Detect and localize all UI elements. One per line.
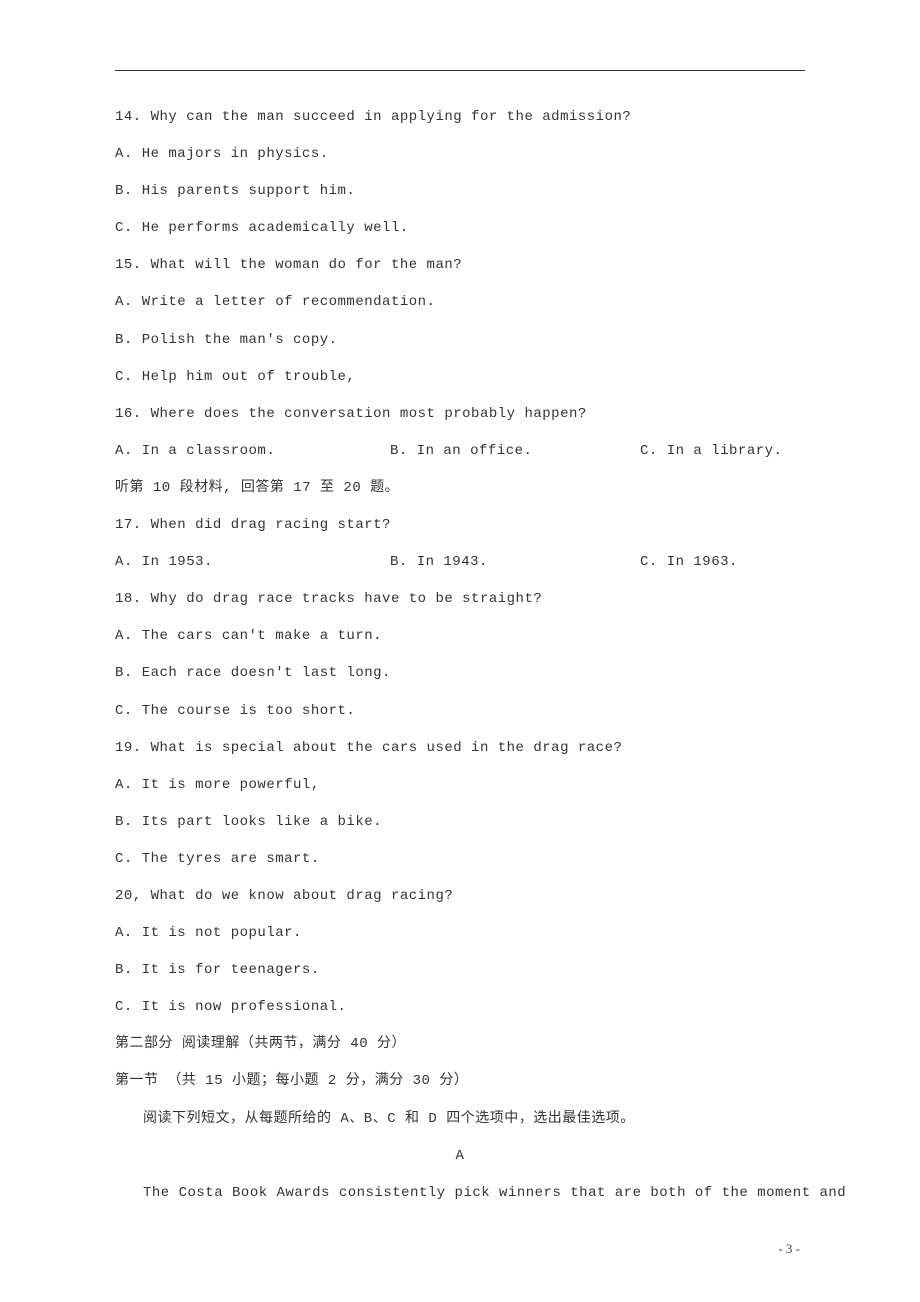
question-20-option-b: B. It is for teenagers. [115, 952, 805, 989]
question-17-option-b: B. In 1943. [390, 544, 640, 581]
listening-section-10-directions: 听第 10 段材料, 回答第 17 至 20 题。 [115, 470, 805, 507]
question-15-option-b: B. Polish the man's copy. [115, 322, 805, 359]
passage-a-line-1: The Costa Book Awards consistently pick … [115, 1175, 805, 1212]
question-16-option-b: B. In an office. [390, 433, 640, 470]
question-14-option-b: B. His parents support him. [115, 173, 805, 210]
page-container: 14. Why can the man succeed in applying … [0, 0, 920, 1302]
part-2-section-1-heading: 第一节 （共 15 小题；每小题 2 分，满分 30 分） [115, 1063, 805, 1100]
question-14-stem: 14. Why can the man succeed in applying … [115, 99, 805, 136]
reading-instruction: 阅读下列短文，从每题所给的 A、B、C 和 D 四个选项中，选出最佳选项。 [115, 1101, 805, 1138]
question-16-stem: 16. Where does the conversation most pro… [115, 396, 805, 433]
question-19-stem: 19. What is special about the cars used … [115, 730, 805, 767]
page-number: - 3 - [778, 1241, 800, 1257]
question-18-option-a: A. The cars can't make a turn. [115, 618, 805, 655]
question-17-option-a: A. In 1953. [115, 544, 390, 581]
question-20-option-c: C. It is now professional. [115, 989, 805, 1026]
question-15-option-a: A. Write a letter of recommendation. [115, 284, 805, 321]
top-rule [115, 70, 805, 71]
question-17-stem: 17. When did drag racing start? [115, 507, 805, 544]
question-20-option-a: A. It is not popular. [115, 915, 805, 952]
question-18-option-c: C. The course is too short. [115, 693, 805, 730]
question-14-option-c: C. He performs academically well. [115, 210, 805, 247]
question-15-option-c: C. Help him out of trouble, [115, 359, 805, 396]
question-19-option-b: B. Its part looks like a bike. [115, 804, 805, 841]
question-16-options-row: A. In a classroom. B. In an office. C. I… [115, 433, 805, 470]
question-14-option-a: A. He majors in physics. [115, 136, 805, 173]
question-18-stem: 18. Why do drag race tracks have to be s… [115, 581, 805, 618]
passage-a-label: A [115, 1138, 805, 1175]
question-17-option-c: C. In 1963. [640, 544, 805, 581]
question-16-option-c: C. In a library. [640, 433, 805, 470]
question-15-stem: 15. What will the woman do for the man? [115, 247, 805, 284]
question-19-option-a: A. It is more powerful, [115, 767, 805, 804]
question-18-option-b: B. Each race doesn't last long. [115, 655, 805, 692]
document-body: 14. Why can the man succeed in applying … [115, 99, 805, 1212]
question-17-options-row: A. In 1953. B. In 1943. C. In 1963. [115, 544, 805, 581]
question-16-option-a: A. In a classroom. [115, 433, 390, 470]
question-19-option-c: C. The tyres are smart. [115, 841, 805, 878]
part-2-heading: 第二部分 阅读理解（共两节，满分 40 分） [115, 1026, 805, 1063]
question-20-stem: 20, What do we know about drag racing? [115, 878, 805, 915]
